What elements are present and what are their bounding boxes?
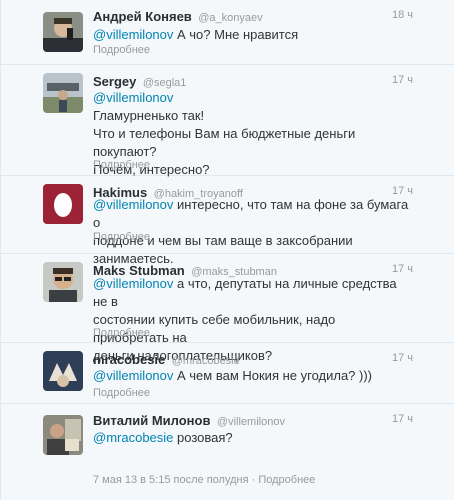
tweet-text: @villemilonov А чем вам Нокия не угодила…: [93, 367, 413, 385]
details-link[interactable]: Подробнее: [258, 474, 315, 486]
tweet-feed: Андрей Коняев @a_konyaev 18 ч @villemilo…: [0, 0, 454, 500]
author-name[interactable]: Виталий Милонов: [93, 413, 210, 428]
author-name[interactable]: Sergey: [93, 74, 136, 89]
details-link[interactable]: Подробнее: [93, 159, 150, 171]
tweet-line: Гламурненько так!: [93, 108, 205, 123]
tweet-header: Андрей Коняев @a_konyaev: [93, 8, 263, 26]
avatar[interactable]: [43, 262, 83, 302]
mention-link[interactable]: @villemilonov: [93, 276, 173, 291]
timestamp[interactable]: 17 ч: [392, 352, 413, 364]
tweet-line: А чо? Мне нравится: [173, 27, 299, 42]
tweet-header: Виталий Милонов @villemilonov: [93, 412, 285, 430]
timestamp[interactable]: 17 ч: [392, 413, 413, 425]
tweet-line: розовая?: [173, 430, 233, 445]
mention-link[interactable]: @villemilonov: [93, 368, 173, 383]
author-handle[interactable]: @a_konyaev: [198, 12, 262, 24]
tweet-3[interactable]: Hakimus @hakim_troyanoff 17 ч @villemilo…: [1, 176, 454, 266]
timestamp[interactable]: 17 ч: [392, 74, 413, 86]
author-handle[interactable]: @segla1: [143, 77, 187, 89]
details-link[interactable]: Подробнее: [93, 387, 150, 399]
tweet-5[interactable]: mracobesie @mracobesie 17 ч @villemilono…: [1, 343, 454, 404]
tweet-line: А чем вам Нокия не угодила? ))): [173, 368, 373, 383]
author-name[interactable]: mracobesie: [93, 352, 165, 367]
timestamp[interactable]: 17 ч: [392, 263, 413, 275]
tweet-2[interactable]: Sergey @segla1 17 ч @villemilonov Гламур…: [1, 65, 454, 177]
author-handle[interactable]: @mracobesie: [172, 355, 240, 367]
tweet-4[interactable]: Maks Stubman @maks_stubman 17 ч @villemi…: [1, 254, 454, 363]
avatar[interactable]: [43, 351, 83, 391]
avatar[interactable]: [43, 184, 83, 224]
separator: ·: [251, 474, 256, 486]
tweet-date[interactable]: 7 мая 13 в 5:15 после полудня: [93, 474, 249, 486]
tweet-line: Что и телефоны Вам на бюджетные деньги п…: [93, 126, 356, 159]
tweet-text: @mracobesie розовая?: [93, 429, 413, 447]
avatar[interactable]: [43, 73, 83, 113]
details-link[interactable]: Подробнее: [93, 231, 150, 243]
mention-link[interactable]: @mracobesie: [93, 430, 173, 445]
timestamp[interactable]: 18 ч: [392, 9, 413, 21]
mention-link[interactable]: @villemilonov: [93, 197, 173, 212]
details-link[interactable]: Подробнее: [93, 44, 150, 56]
tweet-meta: 7 мая 13 в 5:15 после полудня · Подробне…: [93, 474, 315, 486]
tweet-1[interactable]: Андрей Коняев @a_konyaev 18 ч @villemilo…: [1, 0, 454, 65]
tweet-text: @villemilonov А чо? Мне нравится: [93, 26, 413, 44]
author-handle[interactable]: @villemilonov: [217, 416, 285, 428]
author-name[interactable]: Андрей Коняев: [93, 9, 192, 24]
avatar[interactable]: [43, 12, 83, 52]
avatar[interactable]: [43, 415, 83, 455]
mention-link[interactable]: @villemilonov: [93, 90, 173, 105]
mention-link[interactable]: @villemilonov: [93, 27, 173, 42]
details-link[interactable]: Подробнее: [93, 327, 150, 339]
